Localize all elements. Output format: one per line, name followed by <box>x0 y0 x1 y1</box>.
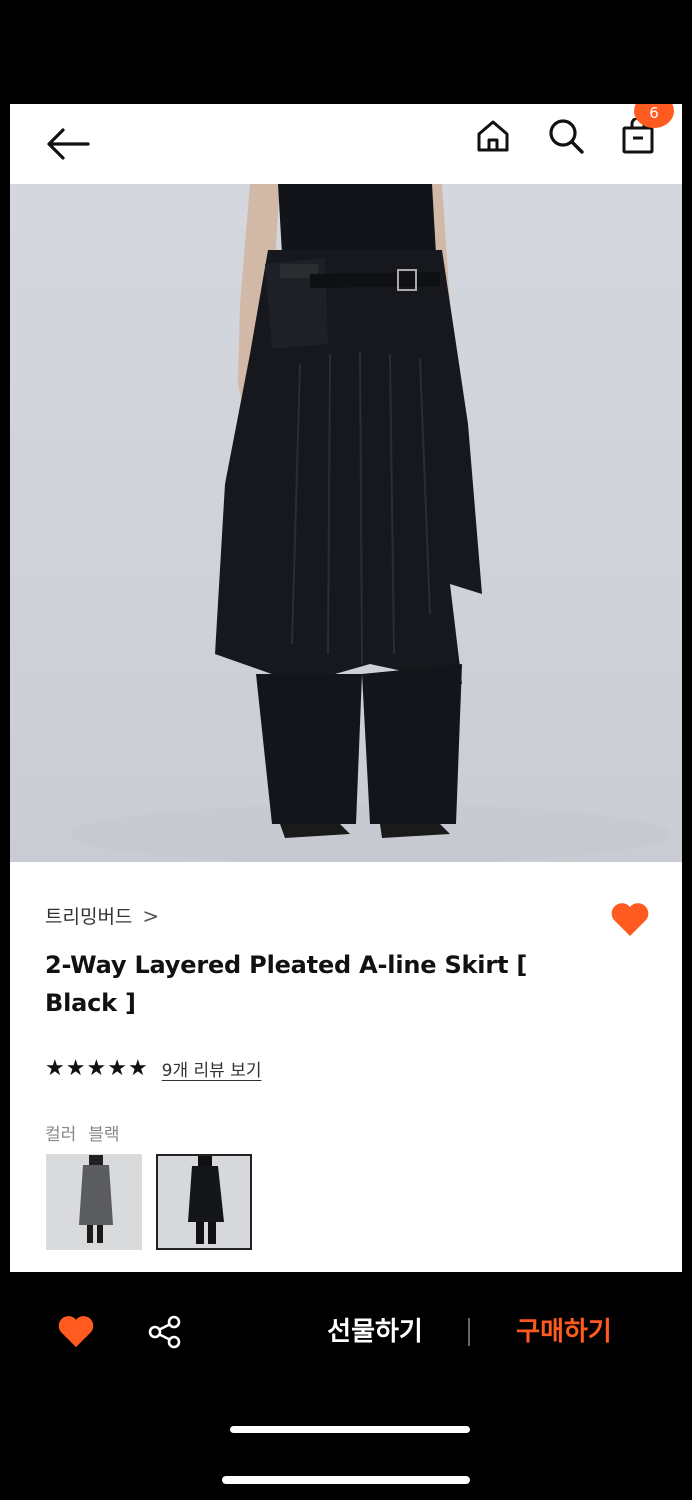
home-button[interactable] <box>470 112 516 160</box>
home-icon <box>477 120 509 152</box>
bottom-action-bar: 선물하기 구매하기 <box>0 1272 692 1392</box>
product-title: 2-Way Layered Pleated A-line Skirt [ Bla… <box>45 951 528 1017</box>
product-image[interactable] <box>10 184 682 862</box>
star-icon: ★ <box>107 1055 127 1081</box>
star-icon: ★ <box>127 1055 148 1081</box>
color-swatch-black[interactable] <box>156 1154 252 1250</box>
star-icon: ★ <box>86 1055 107 1081</box>
star-icon: ★ <box>45 1055 65 1081</box>
heart-icon <box>58 1316 94 1348</box>
buy-button[interactable]: 구매하기 <box>494 1312 634 1352</box>
model-photo <box>70 184 670 862</box>
product-detail-screen: 6 트리밍버드 > 2-Way Layered Pleated A-line S… <box>10 104 682 1272</box>
brand-link[interactable]: 트리밍버드 > <box>45 902 159 929</box>
brand-name: 트리밍버드 <box>45 906 133 928</box>
star-rating: ★ ★ ★ ★ ★ <box>45 1055 148 1081</box>
black-skirt-thumbnail <box>188 1156 224 1244</box>
reviews-link[interactable]: 9개 리뷰 보기 <box>162 1056 262 1081</box>
top-bar: 6 <box>10 104 682 184</box>
gesture-bar-upper <box>230 1426 470 1433</box>
color-swatch-gray[interactable] <box>46 1154 142 1250</box>
color-value: 블랙 <box>88 1125 120 1145</box>
search-icon <box>549 119 584 154</box>
color-selection: 컬러 블랙 <box>45 1120 120 1145</box>
star-icon: ★ <box>65 1055 86 1081</box>
search-button[interactable] <box>543 112 589 160</box>
heart-icon <box>611 903 649 936</box>
home-indicator[interactable] <box>222 1476 470 1484</box>
gift-button[interactable]: 선물하기 <box>300 1312 450 1352</box>
button-divider <box>468 1318 470 1346</box>
wishlist-button[interactable] <box>606 897 654 943</box>
back-button[interactable] <box>38 116 98 172</box>
share-button[interactable] <box>146 1312 184 1352</box>
bottom-wishlist-button[interactable] <box>56 1314 96 1350</box>
color-label: 컬러 <box>45 1125 77 1145</box>
back-arrow-icon <box>47 128 90 160</box>
share-icon <box>148 1315 181 1349</box>
gray-skirt-thumbnail <box>79 1155 113 1243</box>
chevron-right-icon: > <box>142 903 160 928</box>
rating-row: ★ ★ ★ ★ ★ 9개 리뷰 보기 <box>45 1056 262 1081</box>
